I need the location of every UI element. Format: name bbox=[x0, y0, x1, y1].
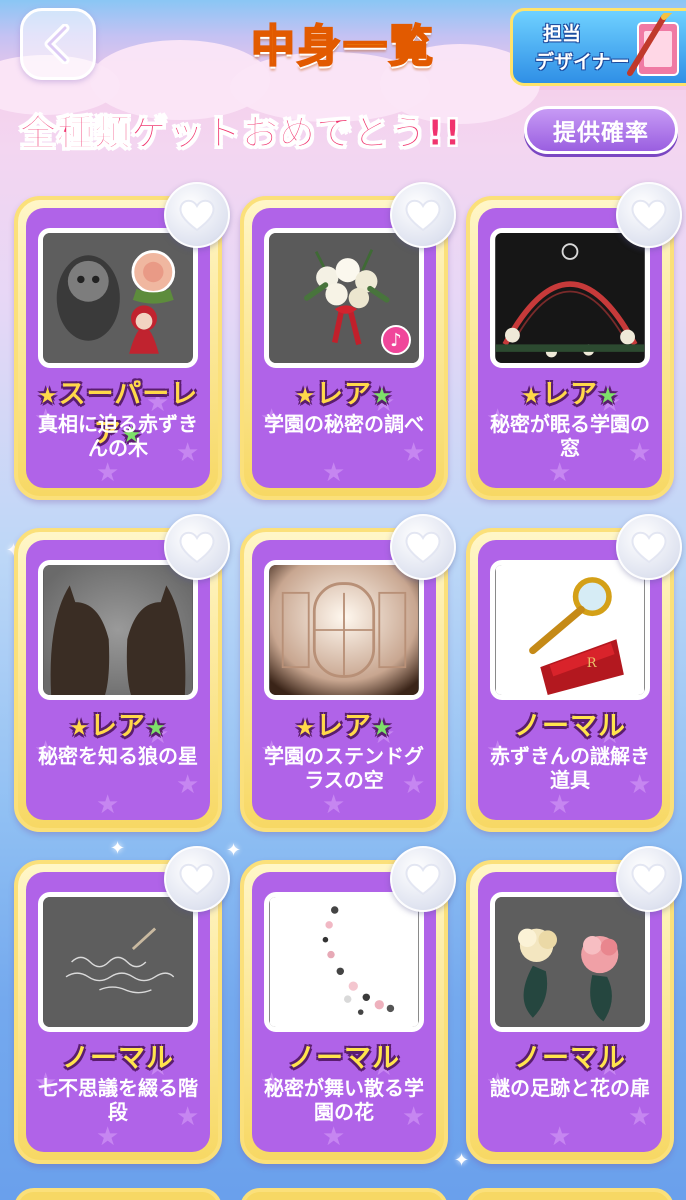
rarity-star-icon: ★ bbox=[295, 716, 316, 741]
sparkle-decoration: ✦ bbox=[110, 838, 126, 859]
rarity-label: ★レア★ bbox=[252, 372, 436, 411]
rarity-star-icon: ★ bbox=[372, 716, 393, 741]
item-card-body: ★ ★ ★ ★ ★レア★ 秘密を知る狼の星 bbox=[26, 540, 210, 820]
favorite-button[interactable] bbox=[164, 846, 230, 912]
favorite-button[interactable] bbox=[390, 182, 456, 248]
rarity-label: ノーマル bbox=[252, 1036, 436, 1075]
item-card-body: ★ ★ ★ ★ ♪ ★レア★ 学園の秘密の調べ bbox=[252, 208, 436, 488]
rarity-text: レア bbox=[90, 711, 146, 742]
rarity-star-icon: ★ bbox=[37, 384, 59, 409]
svg-text:R: R bbox=[587, 656, 598, 671]
rarity-label: ★レア★ bbox=[478, 372, 662, 411]
item-name: 学園のステンドグラスの空 bbox=[264, 744, 424, 792]
rarity-label: ★レア★ bbox=[252, 704, 436, 743]
item-name: 七不思議を綴る階段 bbox=[38, 1076, 198, 1124]
rarity-text: ノーマル bbox=[514, 1043, 626, 1074]
item-thumbnail bbox=[264, 560, 424, 700]
item-card-body: ★ ★ ★ ★ ノーマル 七不思議を綴る階段 bbox=[26, 872, 210, 1152]
item-name: 秘密を知る狼の星 bbox=[38, 744, 198, 768]
item-card-body: ★ ★ ★ ★ ノーマル 秘密が舞い散る学園の花 bbox=[252, 872, 436, 1152]
item-thumbnail bbox=[490, 228, 650, 368]
item-card-body: ★ ★ ★ ★ ★レア★ 秘密が眠る学園の窓 bbox=[478, 208, 662, 488]
heart-icon bbox=[631, 863, 667, 896]
heart-icon bbox=[179, 531, 215, 564]
rarity-text: レア bbox=[316, 711, 372, 742]
heart-icon bbox=[631, 199, 667, 232]
item-card-body: ★ ★ ★ ★ ノーマル 謎の足跡と花の扉 bbox=[478, 872, 662, 1152]
rarity-label: ノーマル bbox=[26, 1036, 210, 1075]
rarity-text: ノーマル bbox=[62, 1043, 174, 1074]
sparkle-decoration: ✦ bbox=[226, 840, 242, 861]
heart-icon bbox=[179, 199, 215, 232]
rarity-star-icon: ★ bbox=[521, 384, 542, 409]
rarity-star-icon: ★ bbox=[69, 716, 90, 741]
heart-icon bbox=[631, 531, 667, 564]
heart-icon bbox=[405, 199, 441, 232]
favorite-button[interactable] bbox=[616, 514, 682, 580]
item-thumbnail bbox=[38, 892, 198, 1032]
item-card-body: ★ ★ ★ ★ ★レア★ 学園のステンドグラスの空 bbox=[252, 540, 436, 820]
rarity-label: ノーマル bbox=[478, 704, 662, 743]
favorite-button[interactable] bbox=[164, 514, 230, 580]
item-thumbnail bbox=[264, 892, 424, 1032]
favorite-button[interactable] bbox=[164, 182, 230, 248]
item-card-partial[interactable] bbox=[14, 1188, 222, 1200]
completion-message: 全種類ゲットおめでとう!! bbox=[20, 113, 462, 155]
sparkle-decoration: ✦ bbox=[454, 1150, 470, 1171]
rarity-star-icon: ★ bbox=[146, 716, 167, 741]
item-card-body: ★ ★ ★ ★ ★スーパーレア★ 真相に迫る赤ずきんの木 bbox=[26, 208, 210, 488]
designer-label-line1: 担当 bbox=[543, 23, 582, 45]
item-name: 赤ずきんの謎解き道具 bbox=[490, 744, 650, 792]
rarity-star-icon: ★ bbox=[295, 384, 316, 409]
rarity-star-icon: ★ bbox=[598, 384, 619, 409]
rarity-star-icon: ★ bbox=[372, 384, 393, 409]
item-card-partial[interactable] bbox=[466, 1188, 674, 1200]
favorite-button[interactable] bbox=[390, 846, 456, 912]
designer-label-line2: デザイナー bbox=[535, 51, 630, 73]
item-name: 秘密が眠る学園の窓 bbox=[490, 412, 650, 460]
rarity-text: ノーマル bbox=[514, 711, 626, 742]
favorite-button[interactable] bbox=[616, 846, 682, 912]
item-thumbnail bbox=[38, 228, 198, 368]
heart-icon bbox=[405, 531, 441, 564]
rarity-label: ★レア★ bbox=[26, 704, 210, 743]
item-thumbnail: R bbox=[490, 560, 650, 700]
item-card-partial[interactable] bbox=[240, 1188, 448, 1200]
music-note-icon: ♪ bbox=[381, 325, 411, 355]
item-thumbnail bbox=[490, 892, 650, 1032]
favorite-button[interactable] bbox=[616, 182, 682, 248]
heart-icon bbox=[179, 863, 215, 896]
item-name: 学園の秘密の調べ bbox=[264, 412, 424, 436]
rarity-text: レア bbox=[542, 379, 598, 410]
item-thumbnail bbox=[38, 560, 198, 700]
rarity-label: ノーマル bbox=[478, 1036, 662, 1075]
item-name: 秘密が舞い散る学園の花 bbox=[264, 1076, 424, 1124]
favorite-button[interactable] bbox=[390, 514, 456, 580]
rarity-text: レア bbox=[316, 379, 372, 410]
heart-icon bbox=[405, 863, 441, 896]
item-thumbnail: ♪ bbox=[264, 228, 424, 368]
item-name: 真相に迫る赤ずきんの木 bbox=[38, 412, 198, 460]
item-card-body: ★ ★ ★ ★ R ノーマル 赤ずきんの謎解き道具 bbox=[478, 540, 662, 820]
drop-rate-button[interactable]: 提供確率 bbox=[524, 106, 678, 154]
sketchbook-brush-icon bbox=[627, 13, 679, 76]
rarity-text: ノーマル bbox=[288, 1043, 400, 1074]
item-name: 謎の足跡と花の扉 bbox=[490, 1076, 650, 1100]
designer-button[interactable]: 担当 デザイナー bbox=[510, 8, 686, 86]
